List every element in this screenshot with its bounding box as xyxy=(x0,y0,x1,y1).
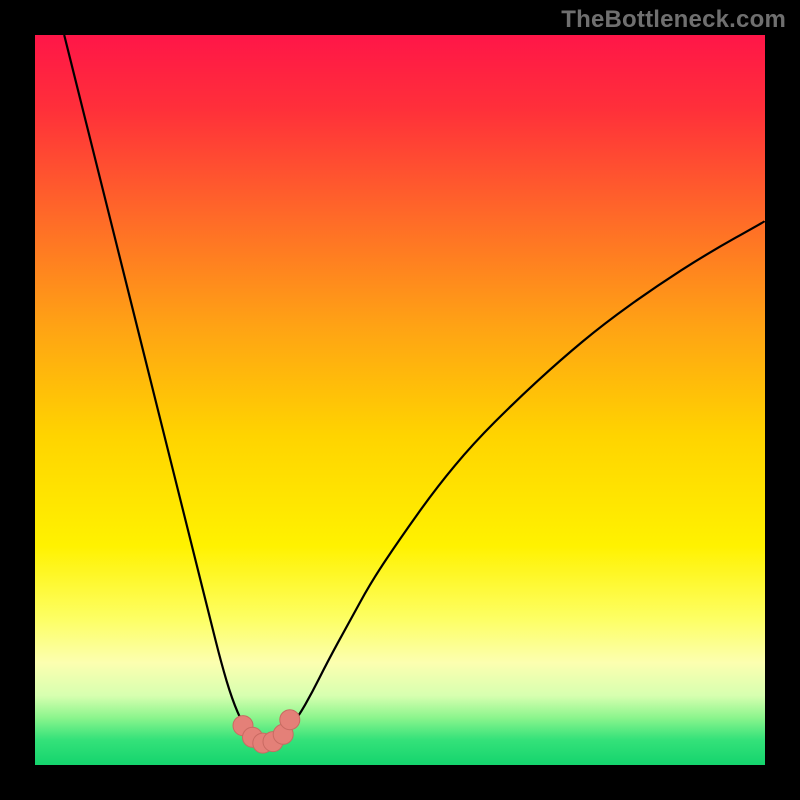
plot-area xyxy=(35,35,765,765)
curve-marker xyxy=(280,710,300,730)
watermark-text: TheBottleneck.com xyxy=(561,6,786,34)
gradient-background xyxy=(35,35,765,765)
bottleneck-chart xyxy=(35,35,765,765)
chart-frame: TheBottleneck.com xyxy=(0,0,800,800)
